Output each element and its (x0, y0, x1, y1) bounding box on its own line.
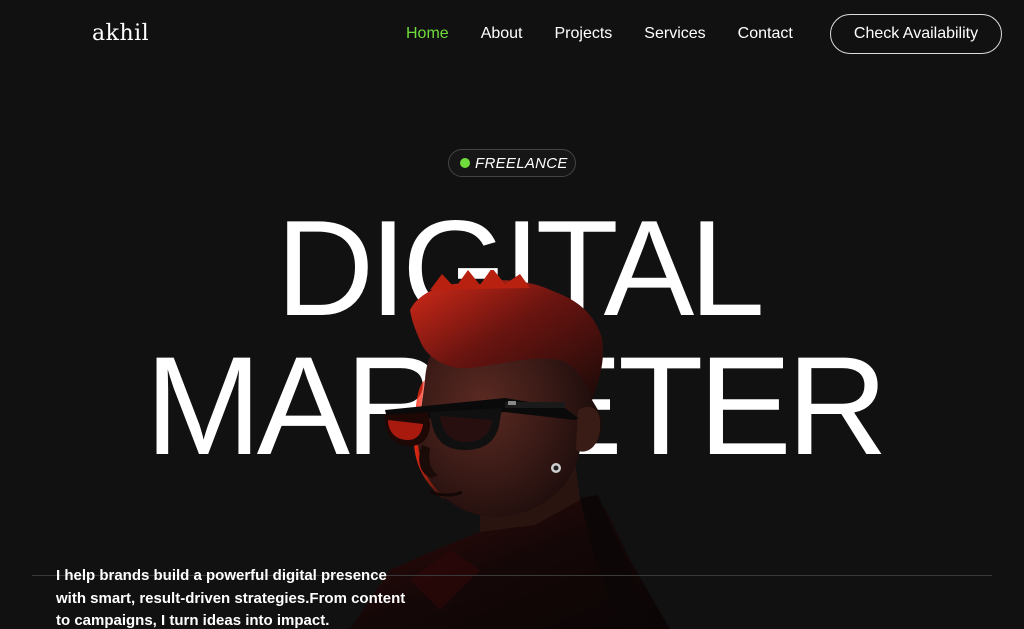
main-nav: Home About Projects Services Contact (406, 24, 793, 44)
check-availability-button[interactable]: Check Availability (830, 14, 1002, 54)
nav-home-link[interactable]: Home (406, 24, 449, 44)
nav-services-link[interactable]: Services (644, 24, 705, 44)
landing-page: akhil Home About Projects Services Conta… (0, 0, 1024, 629)
status-dot-icon (460, 158, 470, 168)
nav-projects-link[interactable]: Projects (555, 24, 613, 44)
badge-label: FREELANCE (475, 154, 568, 172)
freelance-badge: FREELANCE (448, 149, 576, 177)
intro-text: I help brands build a powerful digital p… (56, 567, 406, 629)
nav-about-link[interactable]: About (481, 24, 523, 44)
nav-contact-link[interactable]: Contact (738, 24, 793, 44)
site-logo[interactable]: akhil (92, 20, 149, 48)
